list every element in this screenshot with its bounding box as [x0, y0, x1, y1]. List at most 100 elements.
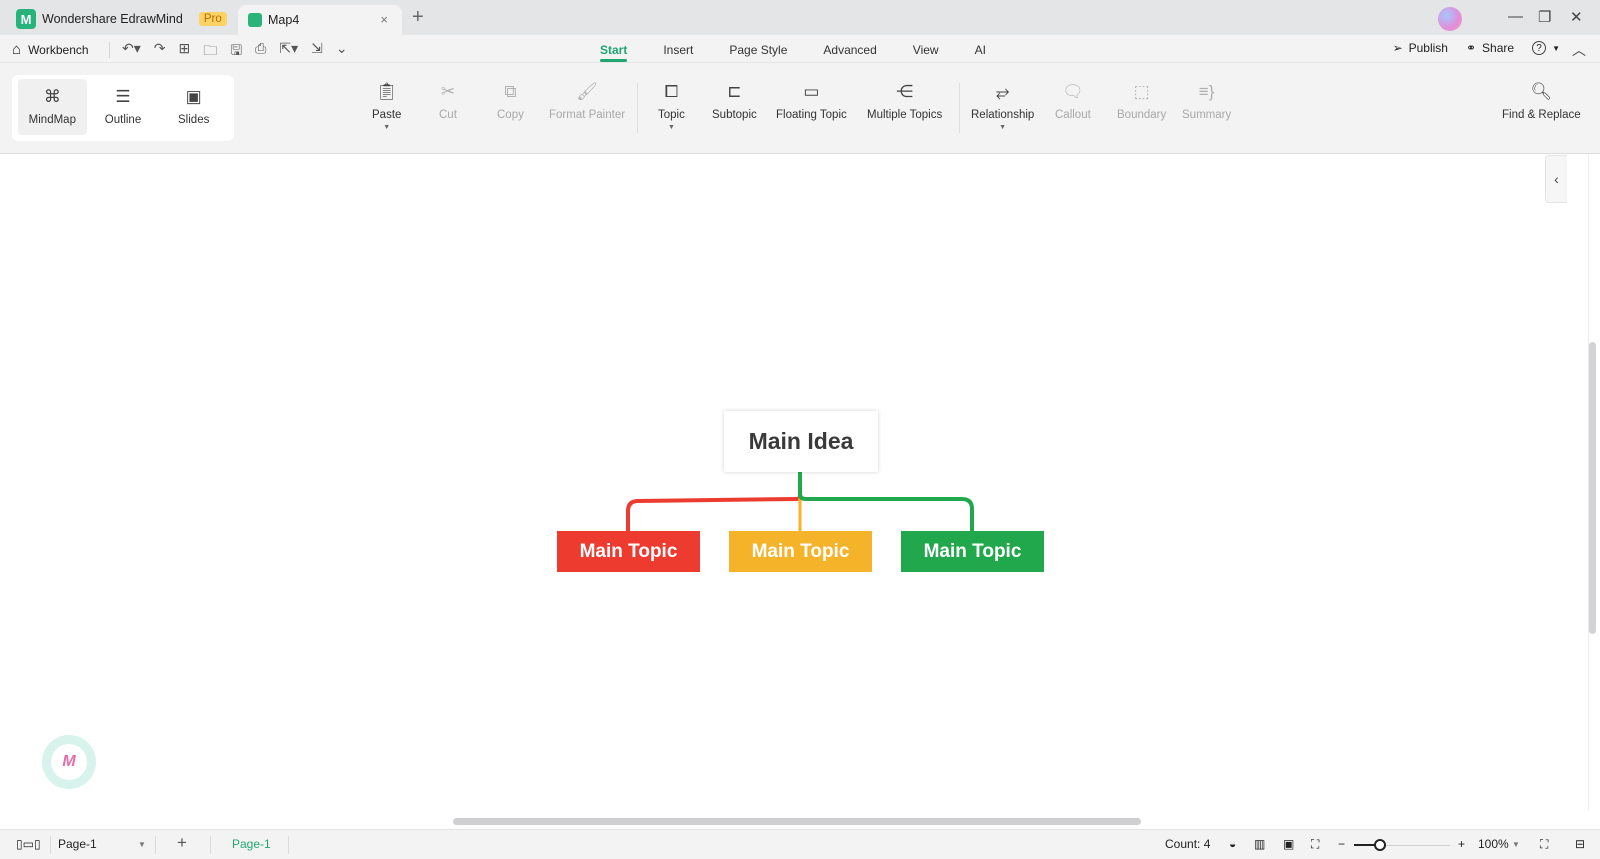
help-button[interactable]: ? ▼ — [1532, 41, 1560, 55]
quick-access-toolbar: ↶▾ ↷ ⊞ 🗀 🖫 ⎙ ⇱▾ ⇲ ⌄ — [122, 40, 348, 64]
count-label: Count: 4 — [1165, 837, 1211, 851]
format-painter-label: Format Painter — [549, 109, 626, 121]
main-idea-node[interactable]: Main Idea — [724, 411, 878, 472]
print-icon[interactable]: ⎙ — [255, 40, 266, 64]
chevron-down-icon[interactable]: ▼ — [138, 840, 146, 849]
close-tab-icon[interactable]: × — [380, 12, 388, 27]
relationship-button[interactable]: ⥂ Relationship ▼ — [971, 81, 1034, 131]
horizontal-scrollbar[interactable] — [453, 818, 1141, 825]
fit-screen-icon[interactable]: ⛶ — [1311, 837, 1319, 852]
callout-button[interactable]: 🗨︎ Callout — [1055, 81, 1091, 121]
copy-button[interactable]: ⧉ Copy — [497, 81, 524, 121]
boundary-icon: ⬚ — [1133, 82, 1150, 101]
panel-toggle-icon[interactable]: ⊟ — [1575, 837, 1585, 851]
rectangle-icon: ▭ — [803, 82, 820, 101]
zoom-level[interactable]: 100% — [1478, 837, 1509, 851]
tab-insert[interactable]: Insert — [663, 35, 693, 63]
user-avatar[interactable] — [1438, 7, 1462, 31]
paintbrush-icon: 🖌︎ — [576, 82, 598, 101]
fullscreen-icon[interactable]: ⛶ — [1540, 837, 1548, 852]
copy-icon: ⧉ — [504, 82, 517, 101]
boundary-label: Boundary — [1117, 109, 1167, 121]
view-slides[interactable]: ▣ Slides — [159, 79, 228, 135]
status-bar: ▯▭▯ Page-1 ▼ + Page-1 Count: 4 ◒ ▥ ▣ ⛶ −… — [0, 829, 1600, 859]
chevron-down-icon[interactable]: ▼ — [668, 124, 675, 131]
mouse-icon[interactable]: ◒ — [1229, 837, 1236, 851]
ai-logo-icon: M — [51, 744, 87, 780]
vertical-scrollbar[interactable] — [1589, 342, 1596, 634]
tab-ai[interactable]: AI — [975, 35, 986, 63]
find-replace-button[interactable]: 🔍︎ Find & Replace — [1502, 81, 1581, 121]
mindmap-icon: ⌘ — [43, 87, 61, 106]
edrawmind-logo-icon: M — [16, 9, 36, 29]
zoom-in-button[interactable]: + — [1458, 837, 1465, 851]
chevron-down-icon[interactable]: ▼ — [999, 124, 1006, 131]
view-mindmap[interactable]: ⌘ MindMap — [18, 79, 87, 135]
tab-advanced[interactable]: Advanced — [823, 35, 876, 63]
pro-badge[interactable]: Pro — [198, 12, 227, 26]
page-tab[interactable]: Page-1 — [232, 837, 271, 851]
zoom-slider-handle[interactable] — [1374, 839, 1386, 851]
subtopic-button[interactable]: ⊏ Subtopic — [712, 81, 757, 121]
import-icon[interactable]: ⇲ — [311, 40, 323, 64]
ribbon-toolbar: ⌘ MindMap ☰ Outline ▣ Slides 📋︎ Paste ▼ … — [0, 63, 1600, 154]
floating-topic-button[interactable]: ▭ Floating Topic — [776, 81, 847, 121]
summary-button[interactable]: ≡} Summary — [1182, 81, 1231, 121]
save-icon[interactable]: 🖫 — [230, 40, 242, 64]
scissors-icon: ✂ — [440, 82, 456, 101]
view-outline[interactable]: ☰ Outline — [89, 79, 158, 135]
mindmap-canvas[interactable] — [0, 154, 1568, 810]
document-tab[interactable]: Map4 × — [238, 5, 402, 35]
chevron-down-icon[interactable]: ▼ — [1512, 840, 1520, 849]
main-topic-node[interactable]: Main Topic — [901, 531, 1044, 572]
divider — [210, 836, 211, 854]
workbench-button[interactable]: ⌂ Workbench — [12, 41, 89, 58]
tab-view[interactable]: View — [913, 35, 939, 63]
main-topic-node[interactable]: Main Topic — [557, 531, 700, 572]
publish-label: Publish — [1408, 41, 1448, 55]
more-icon[interactable]: ⌄ — [336, 40, 348, 64]
export-icon[interactable]: ⇱▾ — [279, 40, 298, 64]
boundary-button[interactable]: ⬚ Boundary — [1117, 81, 1166, 121]
multiple-topics-button[interactable]: ⋲ Multiple Topics — [867, 81, 942, 121]
tab-page-style[interactable]: Page Style — [729, 35, 787, 63]
cut-button[interactable]: ✂ Cut — [439, 81, 457, 121]
add-page-button[interactable]: + — [177, 833, 187, 853]
app-tab[interactable]: M Wondershare EdrawMind Pro — [8, 4, 227, 34]
view-switcher: ⌘ MindMap ☰ Outline ▣ Slides — [12, 75, 234, 141]
ribbon-tabs: Start Insert Page Style Advanced View AI — [600, 35, 1022, 63]
zoom-out-button[interactable]: − — [1338, 837, 1345, 851]
fit-page-icon[interactable]: ▣ — [1283, 837, 1294, 851]
topic-button[interactable]: ⧠ Topic ▼ — [658, 81, 685, 131]
divider — [155, 836, 156, 854]
menu-bar: ⌂ Workbench ↶▾ ↷ ⊞ 🗀 🖫 ⎙ ⇱▾ ⇲ ⌄ Start In… — [0, 35, 1600, 63]
main-topic-node[interactable]: Main Topic — [729, 531, 872, 572]
app-name: Wondershare EdrawMind — [42, 12, 183, 26]
find-replace-icon: 🔍︎ — [1530, 82, 1553, 101]
format-painter-button[interactable]: 🖌︎ Format Painter — [549, 81, 625, 121]
undo-icon[interactable]: ↶▾ — [122, 40, 141, 64]
minimize-button[interactable]: — — [1508, 8, 1523, 25]
share-icon: ⚭ — [1465, 41, 1477, 55]
side-panel-toggle[interactable]: ‹ — [1545, 155, 1567, 203]
paste-button[interactable]: 📋︎ Paste ▼ — [372, 81, 401, 131]
paste-label: Paste — [372, 109, 402, 121]
open-icon[interactable]: 🗀 — [203, 40, 217, 64]
ai-assistant-button[interactable]: M — [42, 735, 96, 789]
book-view-icon[interactable]: ▥ — [1254, 837, 1265, 851]
page-select[interactable]: Page-1 — [58, 837, 97, 851]
page-panel-icon[interactable]: ▯▭▯ — [16, 837, 41, 851]
chevron-down-icon[interactable]: ▼ — [383, 124, 390, 131]
redo-icon[interactable]: ↷ — [154, 40, 166, 64]
close-window-button[interactable]: ✕ — [1570, 8, 1583, 26]
home-icon: ⌂ — [12, 41, 22, 58]
publish-button[interactable]: ➢ Publish — [1393, 41, 1448, 55]
view-outline-label: Outline — [104, 114, 142, 126]
new-icon[interactable]: ⊞ — [179, 40, 191, 64]
divider — [288, 836, 289, 854]
collapse-ribbon-icon[interactable]: ︿ — [1572, 40, 1586, 60]
new-tab-button[interactable]: + — [412, 6, 424, 29]
restore-button[interactable]: ❐ — [1538, 8, 1551, 26]
share-button[interactable]: ⚭ Share — [1466, 41, 1514, 55]
tab-start[interactable]: Start — [600, 35, 628, 63]
